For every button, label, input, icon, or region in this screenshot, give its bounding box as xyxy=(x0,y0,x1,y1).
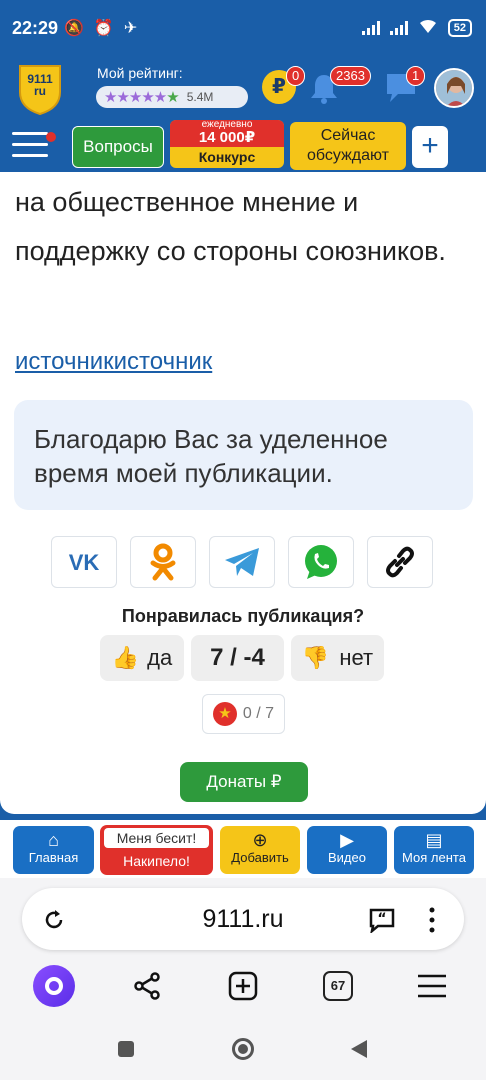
add-plus-button[interactable]: + xyxy=(412,126,448,168)
nav-feed-label: Моя лента xyxy=(402,850,466,865)
nav-video-button[interactable]: ▶ Видео xyxy=(307,826,387,874)
svg-text:“: “ xyxy=(377,911,386,927)
wifi-icon xyxy=(418,18,438,37)
new-tab-button[interactable] xyxy=(221,964,265,1008)
donate-button[interactable]: Донаты ₽ xyxy=(180,762,308,802)
copy-link-button[interactable] xyxy=(367,536,433,588)
questions-button[interactable]: Вопросы xyxy=(72,126,164,168)
rating-bar[interactable]: ★★★★★★ 5.4M xyxy=(96,86,248,108)
status-bar: 22:29 🔕 ⏰ ✈ 52 xyxy=(0,0,486,58)
nav-add-label: Добавить xyxy=(231,850,289,865)
add-circle-icon: ⊕ xyxy=(252,830,268,850)
vote-score: 7 / -4 xyxy=(191,635,284,681)
whatsapp-icon xyxy=(305,545,337,579)
nav-feed-button[interactable]: ▤ Моя лента xyxy=(394,826,474,874)
add-tab-icon xyxy=(228,971,258,1001)
battery-icon: 52 xyxy=(447,18,472,37)
back-icon[interactable] xyxy=(350,1039,368,1059)
thanks-box: Благодарю Вас за уделенное время моей пу… xyxy=(14,400,473,510)
more-icon[interactable] xyxy=(426,906,438,934)
alice-icon xyxy=(33,965,75,1007)
vote-no-label: нет xyxy=(339,645,374,670)
browser-menu-button[interactable] xyxy=(410,964,454,1008)
article-text: на общественное мнение и поддержку со ст… xyxy=(15,187,446,266)
coin-badge: 0 xyxy=(286,66,306,86)
share-icon xyxy=(134,972,160,1000)
vote-yes-button[interactable]: 👍 да xyxy=(100,635,184,681)
share-row: VK xyxy=(51,536,433,588)
vote-yes-label: да xyxy=(147,645,173,670)
nav-angry-button[interactable]: Меня бесит! Накипело! xyxy=(100,825,213,875)
star-rating-count: 0 / 7 xyxy=(242,705,275,722)
thumbs-up-icon: 👍 xyxy=(111,645,140,670)
home-button-icon[interactable] xyxy=(231,1037,255,1061)
menu-icon[interactable] xyxy=(12,132,48,160)
angry-bottom-label: Накипело! xyxy=(123,853,190,869)
stars-purple: ★★★★★ xyxy=(104,89,167,106)
nav-home-label: Главная xyxy=(28,850,79,865)
signal-icon xyxy=(361,20,380,35)
play-icon: ▶ xyxy=(340,830,354,850)
status-time: 22:29 xyxy=(12,18,59,38)
nav-add-button[interactable]: ⊕ Добавить xyxy=(220,826,300,874)
svg-text:VK: VK xyxy=(69,550,100,574)
vk-share-button[interactable]: VK xyxy=(51,536,117,588)
menu-icon xyxy=(418,974,446,998)
thumbs-down-icon: 👎 xyxy=(301,645,330,670)
vote-question: Понравилась публикация? xyxy=(121,606,365,626)
telegram-icon: ✈ xyxy=(123,20,138,37)
rating-count: 5.4M xyxy=(186,90,214,104)
whatsapp-share-button[interactable] xyxy=(288,536,354,588)
address-bar[interactable]: 9111.ru “ xyxy=(22,888,464,950)
rating-label: Мой рейтинг: xyxy=(97,65,183,81)
alarm-icon: ⏰ xyxy=(93,20,114,37)
muted-bell-icon: 🔕 xyxy=(64,20,84,37)
tabs-button[interactable]: 67 xyxy=(316,964,360,1008)
avatar[interactable] xyxy=(434,68,474,108)
odnoklassniki-icon xyxy=(150,543,176,581)
site-header: 9111 ru Мой рейтинг: ★★★★★★ 5.4M ₽ 0 236… xyxy=(0,58,486,118)
telegram-icon xyxy=(225,548,259,576)
menu-notification-dot xyxy=(46,132,56,142)
messages-badge: 1 xyxy=(406,66,426,86)
angry-top-label: Меня бесит! xyxy=(104,828,209,848)
home-icon: ⌂ xyxy=(48,830,59,850)
tabs-count: 67 xyxy=(323,971,353,1001)
vk-icon: VK xyxy=(69,550,100,574)
star-rating-button[interactable]: ★ 0 / 7 xyxy=(202,694,285,734)
contest-button[interactable]: ежедневно 14 000₽ Конкурс xyxy=(170,120,284,168)
contest-amount: 14 000₽ xyxy=(198,129,256,146)
signal-icon xyxy=(389,20,408,35)
bottom-nav: ⌂ Главная Меня бесит! Накипело! ⊕ Добави… xyxy=(0,820,486,878)
browser-chrome: 9111.ru “ 67 xyxy=(0,878,486,1080)
star-green: ★ xyxy=(166,89,179,106)
star-icon: ★ xyxy=(212,702,237,726)
url-text: 9111.ru xyxy=(202,905,284,933)
recents-icon[interactable] xyxy=(117,1040,135,1058)
vote-no-button[interactable]: 👎 нет xyxy=(291,635,384,681)
ok-share-button[interactable] xyxy=(130,536,196,588)
vote-row: 👍 да 7 / -4 👎 нет xyxy=(100,635,384,681)
nav-home-button[interactable]: ⌂ Главная xyxy=(13,826,94,874)
system-nav xyxy=(0,1026,486,1080)
logo-text-bottom: ru xyxy=(34,84,46,98)
browser-toolbar: 67 xyxy=(0,964,486,1018)
share-button[interactable] xyxy=(125,964,169,1008)
newspaper-icon: ▤ xyxy=(425,830,443,850)
nav-video-label: Видео xyxy=(328,850,366,865)
discussing-now-button[interactable]: Сейчас обсуждают xyxy=(290,122,406,170)
article-content: на общественное мнение и поддержку со ст… xyxy=(0,172,486,814)
alice-button[interactable] xyxy=(32,964,76,1008)
reload-icon[interactable] xyxy=(42,908,66,932)
notifications-badge: 2363 xyxy=(330,66,371,86)
telegram-share-button[interactable] xyxy=(209,536,275,588)
rating-stars: ★★★★★★ xyxy=(104,88,180,106)
contest-label: Конкурс xyxy=(198,149,256,165)
source-link[interactable]: источникисточник xyxy=(15,348,212,376)
link-icon xyxy=(386,546,414,578)
site-nav: Вопросы ежедневно 14 000₽ Конкурс Сейчас… xyxy=(0,118,486,172)
quote-icon[interactable]: “ xyxy=(368,907,396,933)
